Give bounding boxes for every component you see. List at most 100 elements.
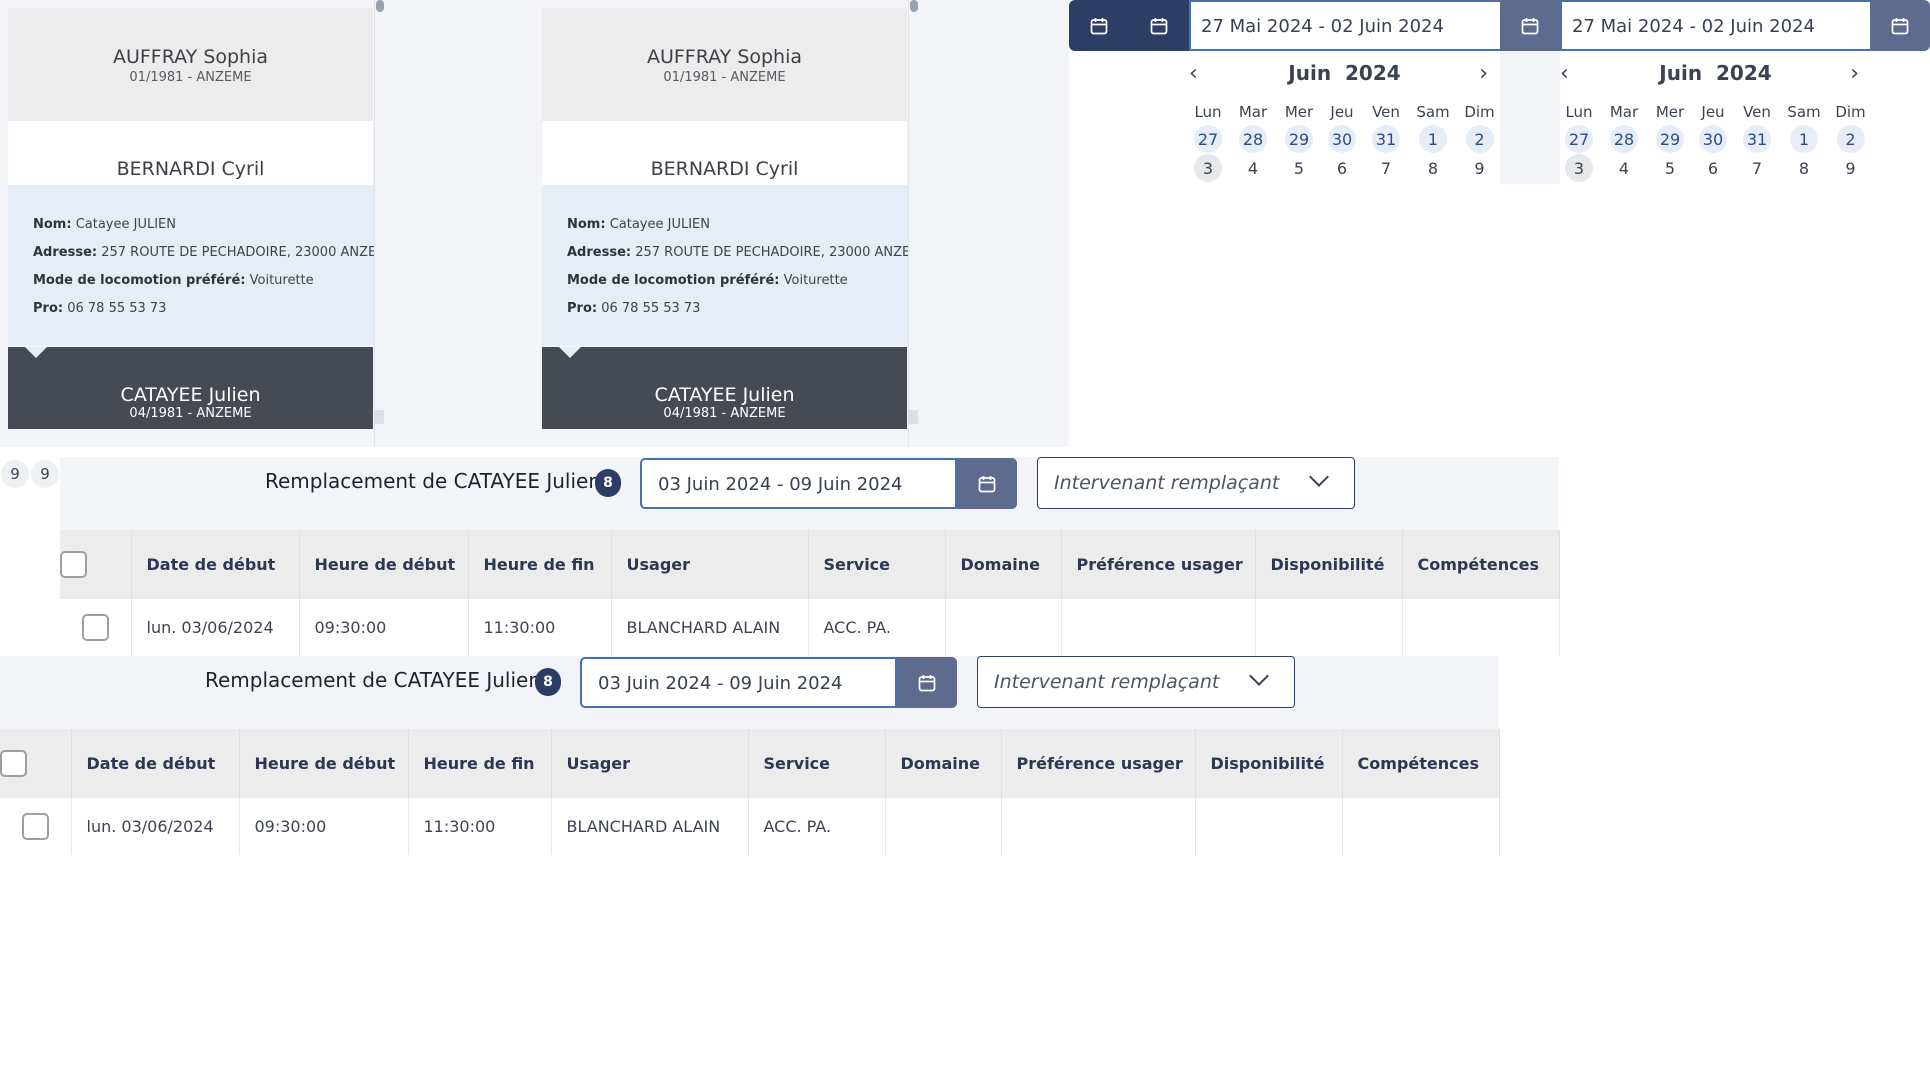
- person-name: BERNARDI Cyril: [116, 158, 265, 180]
- calendar-icon: [1891, 17, 1909, 34]
- column-header[interactable]: Préférence usager: [1061, 530, 1256, 599]
- chevron-down-icon: [1309, 467, 1329, 487]
- calendar-day[interactable]: 7: [1365, 154, 1407, 182]
- column-header[interactable]: Heure de fin: [468, 530, 612, 599]
- chevron-right-icon[interactable]: ›: [1479, 61, 1488, 86]
- date-range-input[interactable]: 27 Mai 2024 - 02 Juin 2024: [1189, 0, 1500, 51]
- count-badge: 8: [535, 668, 561, 696]
- person-tooltip: Nom: Catayee JULIEN Adresse: 257 ROUTE D…: [542, 185, 918, 345]
- person-card-selected[interactable]: CATAYEE Julien 04/1981 - ANZEME: [8, 347, 373, 429]
- person-list-panel: AUFFRAY Sophia 01/1981 - ANZEME BERNARDI…: [0, 0, 384, 447]
- calendar-day[interactable]: 6: [1690, 154, 1736, 182]
- calendar-button[interactable]: [1500, 0, 1560, 51]
- column-header[interactable]: Heure de début: [299, 530, 469, 599]
- replacement-select[interactable]: Intervenant remplaçant: [977, 656, 1295, 708]
- row-checkbox[interactable]: [21, 813, 49, 840]
- table-cell: [1402, 599, 1560, 656]
- calendar-day[interactable]: 3: [1189, 154, 1227, 182]
- column-header[interactable]: Domaine: [945, 530, 1062, 599]
- date-range-input[interactable]: 27 Mai 2024 - 02 Juin 2024: [1560, 0, 1871, 51]
- calendar-day[interactable]: 9: [1459, 154, 1500, 182]
- tooltip-adresse-label: Adresse:: [567, 245, 632, 260]
- person-card[interactable]: BERNARDI Cyril: [542, 121, 907, 185]
- table-cell: [945, 599, 1062, 656]
- select-all-cell: [60, 530, 132, 599]
- person-card[interactable]: BERNARDI Cyril: [8, 121, 373, 185]
- replacement-select[interactable]: Intervenant remplaçant: [1037, 457, 1355, 509]
- scrollbar-thumb[interactable]: [376, 0, 384, 12]
- calendar-day[interactable]: 9: [1830, 154, 1871, 182]
- column-header[interactable]: Disponibilité: [1255, 530, 1403, 599]
- calendar-day[interactable]: 31: [1365, 125, 1407, 153]
- tooltip-mode-value: Voiturette: [783, 273, 848, 288]
- date-range-input[interactable]: 03 Juin 2024 - 09 Juin 2024: [580, 657, 897, 708]
- row-checkbox[interactable]: [81, 614, 109, 641]
- column-header[interactable]: Disponibilité: [1195, 729, 1343, 798]
- column-header[interactable]: Usager: [551, 729, 749, 798]
- calendar-day[interactable]: 6: [1319, 154, 1365, 182]
- date-range-input[interactable]: 03 Juin 2024 - 09 Juin 2024: [640, 458, 957, 509]
- scrollbar-end: [908, 410, 918, 424]
- calendar-day[interactable]: 28: [1227, 125, 1279, 153]
- calendar-day[interactable]: 29: [1279, 125, 1319, 153]
- tooltip-mode-label: Mode de locomotion préféré:: [567, 273, 780, 288]
- person-tooltip: Nom: Catayee JULIEN Adresse: 257 ROUTE D…: [8, 185, 384, 345]
- calendar-day[interactable]: 8: [1407, 154, 1459, 182]
- calendar-day[interactable]: 5: [1650, 154, 1690, 182]
- column-header[interactable]: Compétences: [1342, 729, 1500, 798]
- column-header[interactable]: Heure de fin: [408, 729, 552, 798]
- calendar-day[interactable]: 7: [1736, 154, 1778, 182]
- calendar-day[interactable]: 1: [1407, 125, 1459, 153]
- chevron-right-icon[interactable]: ›: [1850, 61, 1859, 86]
- calendar-button[interactable]: [1129, 0, 1189, 51]
- calendar-day[interactable]: 27: [1560, 125, 1598, 153]
- scrollbar[interactable]: [908, 0, 918, 447]
- column-header[interactable]: Heure de début: [239, 729, 409, 798]
- select-all-checkbox[interactable]: [0, 750, 27, 777]
- column-header[interactable]: Service: [808, 530, 946, 599]
- table-cell: [1255, 599, 1403, 656]
- calendar-day[interactable]: 30: [1690, 125, 1736, 153]
- table-row[interactable]: lun. 03/06/2024 09:30:00 11:30:00 BLANCH…: [0, 798, 1500, 855]
- calendar-day[interactable]: 8: [1778, 154, 1830, 182]
- tooltip-mode-value: Voiturette: [249, 273, 314, 288]
- table-row[interactable]: lun. 03/06/2024 09:30:00 11:30:00 BLANCH…: [60, 599, 1560, 656]
- column-header[interactable]: Date de début: [131, 530, 300, 599]
- calendar-button[interactable]: [1069, 0, 1129, 51]
- calendar-day[interactable]: 31: [1736, 125, 1778, 153]
- calendar-button[interactable]: [957, 458, 1017, 509]
- calendar-day[interactable]: 2: [1830, 125, 1871, 153]
- calendar-month-title: Juin 2024: [1659, 61, 1772, 85]
- calendar-day[interactable]: 3: [1560, 154, 1598, 182]
- page-chip[interactable]: 9: [1, 460, 29, 488]
- column-header[interactable]: Date de début: [71, 729, 240, 798]
- person-name: CATAYEE Julien: [654, 384, 795, 406]
- select-all-checkbox[interactable]: [60, 551, 87, 578]
- calendar-day[interactable]: 27: [1189, 125, 1227, 153]
- calendar-day[interactable]: 4: [1598, 154, 1650, 182]
- column-header[interactable]: Domaine: [885, 729, 1002, 798]
- column-header[interactable]: Préférence usager: [1001, 729, 1196, 798]
- calendar-day[interactable]: 30: [1319, 125, 1365, 153]
- calendar-day[interactable]: 2: [1459, 125, 1500, 153]
- calendar-week: 3 4 5 6 7 8 9: [1560, 154, 1871, 182]
- calendar-day[interactable]: 28: [1598, 125, 1650, 153]
- column-header[interactable]: Compétences: [1402, 530, 1560, 599]
- calendar-day[interactable]: 5: [1279, 154, 1319, 182]
- calendar-day[interactable]: 4: [1227, 154, 1279, 182]
- tooltip-adresse-value: 257 ROUTE DE PECHADOIRE, 23000 ANZEME: [635, 245, 918, 260]
- scrollbar-thumb[interactable]: [910, 0, 918, 12]
- person-card[interactable]: AUFFRAY Sophia 01/1981 - ANZEME: [8, 8, 373, 121]
- person-card-selected[interactable]: CATAYEE Julien 04/1981 - ANZEME: [542, 347, 907, 429]
- calendar-icon: [1521, 17, 1539, 34]
- calendar-day[interactable]: 1: [1778, 125, 1830, 153]
- scrollbar[interactable]: [374, 0, 384, 447]
- calendar-button[interactable]: [1870, 0, 1930, 51]
- person-card[interactable]: AUFFRAY Sophia 01/1981 - ANZEME: [542, 8, 907, 121]
- column-header[interactable]: Usager: [611, 530, 809, 599]
- calendar-day[interactable]: 29: [1650, 125, 1690, 153]
- calendar-button[interactable]: [897, 657, 957, 708]
- tooltip-adresse-value: 257 ROUTE DE PECHADOIRE, 23000 ANZEME: [101, 245, 384, 260]
- page-chip[interactable]: 9: [31, 460, 59, 488]
- column-header[interactable]: Service: [748, 729, 886, 798]
